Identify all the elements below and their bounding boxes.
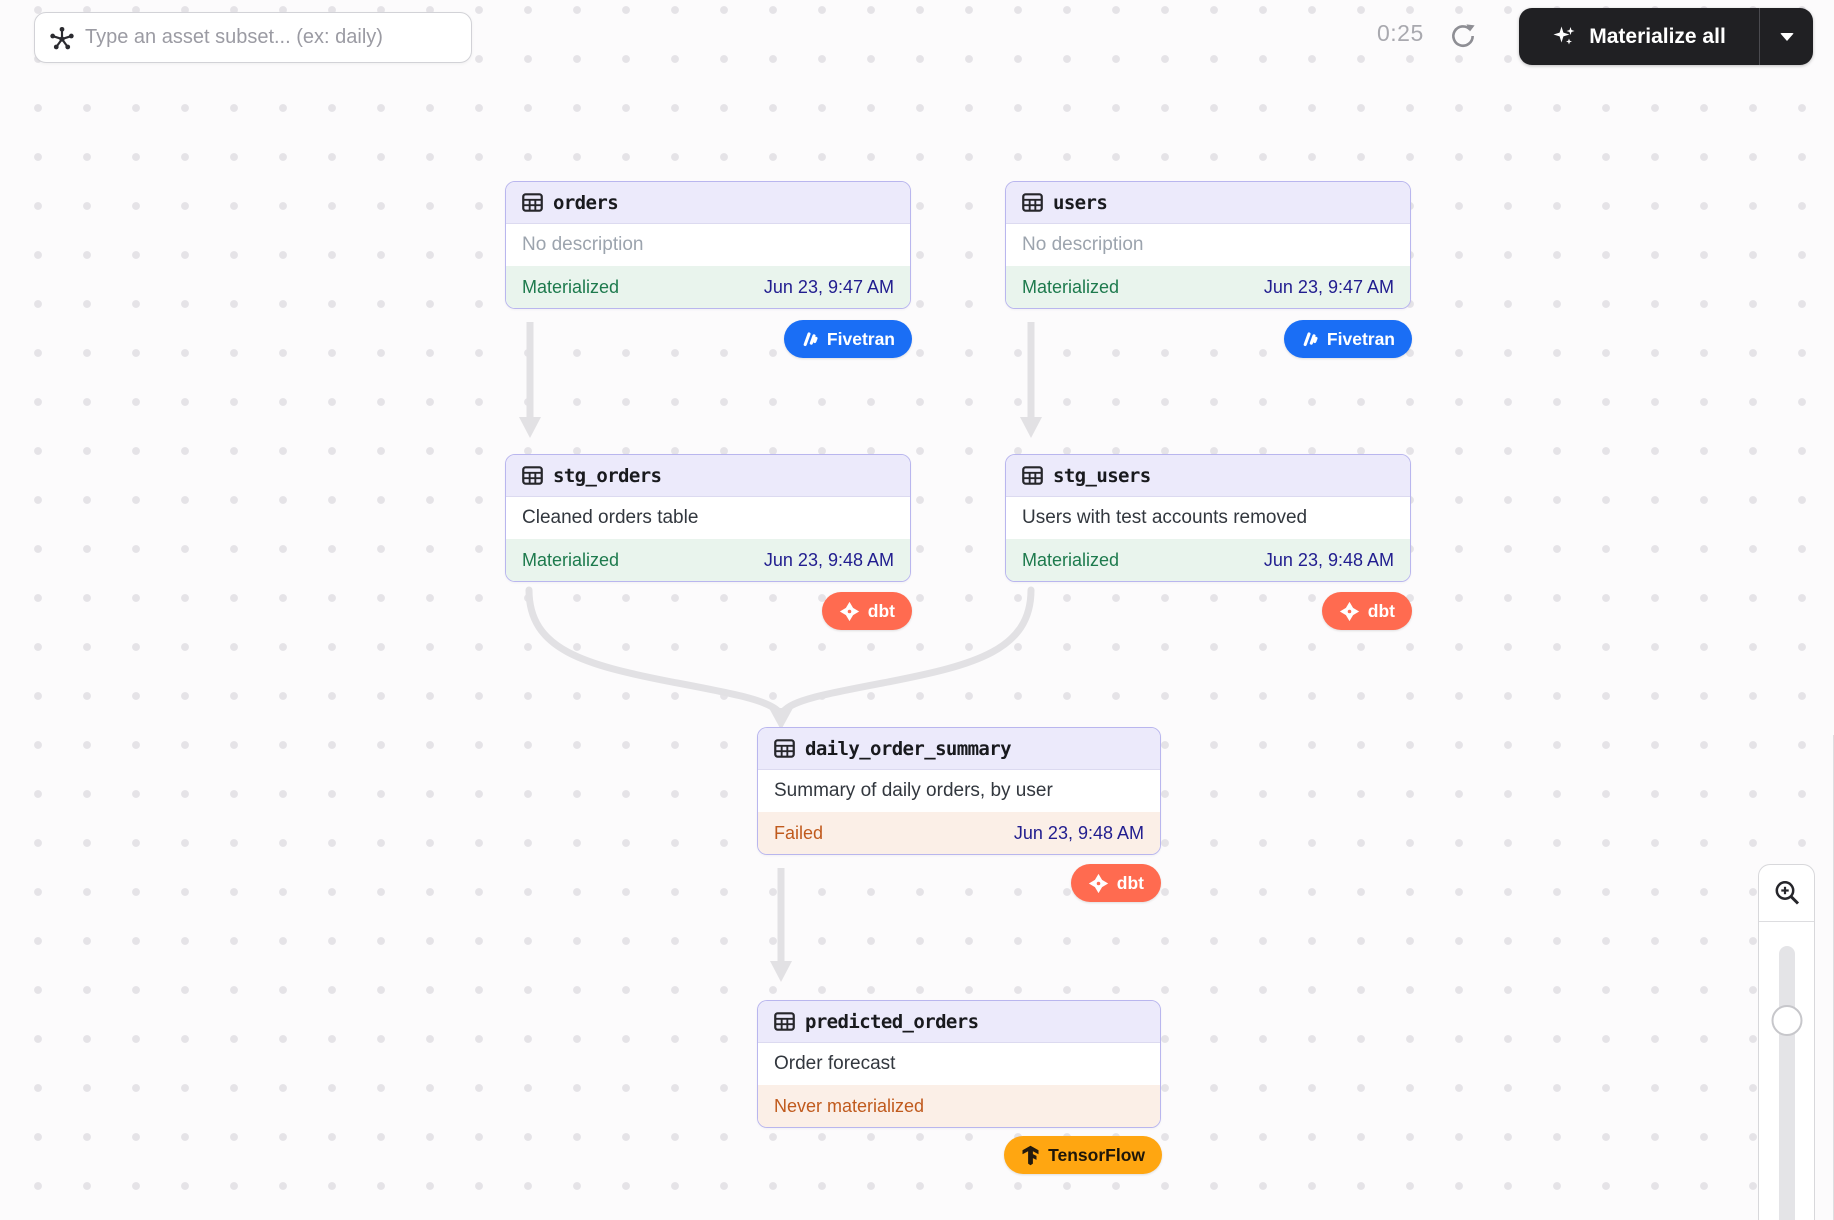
status-timestamp: Jun 23, 9:48 AM: [1014, 823, 1144, 844]
asset-name: predicted_orders: [805, 1011, 978, 1033]
table-icon: [522, 466, 543, 485]
node-header: stg_users: [1006, 455, 1410, 497]
asset-description: Cleaned orders table: [506, 497, 910, 539]
refresh-icon: [1448, 21, 1478, 51]
asset-node-predicted_orders[interactable]: predicted_orders Order forecast Never ma…: [757, 1000, 1161, 1128]
asset-status-row: Failed Jun 23, 9:48 AM: [758, 812, 1160, 854]
node-header: predicted_orders: [758, 1001, 1160, 1043]
integration-badge-label: dbt: [1368, 601, 1395, 622]
asset-node-stg_orders[interactable]: stg_orders Cleaned orders table Material…: [505, 454, 911, 582]
status-badge: Failed: [774, 823, 823, 844]
refresh-button[interactable]: [1444, 17, 1482, 55]
status-badge: Never materialized: [774, 1096, 924, 1117]
materialize-options-button[interactable]: [1759, 8, 1813, 65]
tensorflow-logo-icon: [1021, 1145, 1040, 1166]
countdown-timer: 0:25: [1377, 20, 1424, 47]
asset-description: Users with test accounts removed: [1006, 497, 1410, 539]
zoom-in-icon: [1772, 878, 1802, 908]
arrowhead-icon: [1020, 417, 1042, 438]
fivetran-logo-icon: [801, 330, 819, 348]
status-badge: Materialized: [1022, 550, 1119, 571]
integration-badge-fivetran: Fivetran: [784, 320, 912, 358]
materialize-all-split-button: Materialize all: [1519, 8, 1813, 65]
asset-node-users[interactable]: users No description Materialized Jun 23…: [1005, 181, 1411, 309]
integration-badge-dbt: dbt: [1322, 592, 1412, 630]
table-icon: [1022, 466, 1043, 485]
dbt-logo-icon: [839, 601, 860, 622]
integration-badge-label: Fivetran: [1327, 329, 1395, 350]
status-timestamp: Jun 23, 9:47 AM: [1264, 277, 1394, 298]
caret-down-icon: [1780, 33, 1794, 41]
integration-badge-label: dbt: [868, 601, 895, 622]
integration-badge-label: Fivetran: [827, 329, 895, 350]
integration-badge-fivetran: Fivetran: [1284, 320, 1412, 358]
dbt-logo-icon: [1088, 873, 1109, 894]
asset-lineage-canvas[interactable]: { "header": { "search_placeholder": "Typ…: [0, 0, 1834, 1220]
edge-stg_orders-daily: [529, 590, 779, 712]
asset-status-row: Materialized Jun 23, 9:47 AM: [506, 266, 910, 308]
node-header: orders: [506, 182, 910, 224]
table-icon: [522, 193, 543, 212]
dbt-logo-icon: [1339, 601, 1360, 622]
asset-name: users: [1053, 192, 1107, 214]
zoom-slider-thumb[interactable]: [1771, 1005, 1802, 1036]
search-input[interactable]: [85, 26, 457, 49]
sparkles-icon: [1552, 24, 1578, 50]
asset-description: Order forecast: [758, 1043, 1160, 1085]
status-timestamp: Jun 23, 9:48 AM: [1264, 550, 1394, 571]
node-header: daily_order_summary: [758, 728, 1160, 770]
table-icon: [1022, 193, 1043, 212]
zoom-control-panel: [1758, 864, 1815, 1220]
integration-badge-tensorflow: TensorFlow: [1004, 1136, 1162, 1174]
integration-badge-dbt: dbt: [1071, 864, 1161, 902]
asset-name: stg_users: [1053, 465, 1151, 487]
asset-name: stg_orders: [553, 465, 661, 487]
asset-node-orders[interactable]: orders No description Materialized Jun 2…: [505, 181, 911, 309]
asset-node-stg_users[interactable]: stg_users Users with test accounts remov…: [1005, 454, 1411, 582]
zoom-in-button[interactable]: [1759, 865, 1814, 922]
table-icon: [774, 1012, 795, 1031]
asset-description: No description: [1006, 224, 1410, 266]
asset-name: daily_order_summary: [805, 738, 1011, 760]
arrowhead-icon: [770, 961, 792, 982]
status-badge: Materialized: [1022, 277, 1119, 298]
status-timestamp: Jun 23, 9:48 AM: [764, 550, 894, 571]
arrowhead-icon: [519, 417, 541, 438]
zoom-slider-track[interactable]: [1779, 946, 1795, 1220]
status-timestamp: Jun 23, 9:47 AM: [764, 277, 894, 298]
asset-status-row: Materialized Jun 23, 9:47 AM: [1006, 266, 1410, 308]
asset-description: Summary of daily orders, by user: [758, 770, 1160, 812]
asset-name: orders: [553, 192, 618, 214]
fivetran-logo-icon: [1301, 330, 1319, 348]
table-icon: [774, 739, 795, 758]
materialize-all-button[interactable]: Materialize all: [1519, 8, 1759, 65]
asset-status-row: Never materialized: [758, 1085, 1160, 1127]
asset-status-row: Materialized Jun 23, 9:48 AM: [1006, 539, 1410, 581]
asset-search-box[interactable]: [34, 12, 472, 63]
materialize-all-label: Materialize all: [1589, 25, 1726, 49]
asset-status-row: Materialized Jun 23, 9:48 AM: [506, 539, 910, 581]
integration-badge-dbt: dbt: [822, 592, 912, 630]
node-header: stg_orders: [506, 455, 910, 497]
node-header: users: [1006, 182, 1410, 224]
status-badge: Materialized: [522, 277, 619, 298]
integration-badge-label: TensorFlow: [1048, 1145, 1145, 1166]
asset-description: No description: [506, 224, 910, 266]
asset-node-daily_order_summary[interactable]: daily_order_summary Summary of daily ord…: [757, 727, 1161, 855]
integration-badge-label: dbt: [1117, 873, 1144, 894]
status-badge: Materialized: [522, 550, 619, 571]
asset-filter-icon: [49, 25, 75, 51]
